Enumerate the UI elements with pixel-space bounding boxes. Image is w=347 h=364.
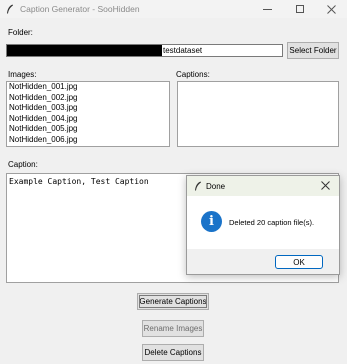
- folder-label: Folder:: [8, 28, 33, 37]
- close-window-button[interactable]: [315, 2, 347, 16]
- maximize-icon: [296, 5, 304, 13]
- list-item[interactable]: NotHidden_005.jpg: [7, 124, 169, 135]
- images-label: Images:: [8, 70, 37, 79]
- captions-listbox[interactable]: [177, 81, 339, 147]
- folder-path-field[interactable]: testdataset: [6, 44, 283, 57]
- close-icon[interactable]: [321, 181, 330, 190]
- feather-icon: [7, 4, 13, 14]
- list-item[interactable]: NotHidden_004.jpg: [7, 114, 169, 125]
- dialog-title-bar[interactable]: Done: [187, 176, 339, 196]
- minimize-icon: [262, 8, 272, 10]
- feather-icon: [195, 181, 201, 191]
- caption-label: Caption:: [8, 160, 38, 169]
- list-item[interactable]: NotHidden_001.jpg: [7, 82, 169, 93]
- rename-images-button[interactable]: Rename Images: [142, 320, 204, 337]
- list-item[interactable]: NotHidden_006.jpg: [7, 135, 169, 146]
- close-icon: [326, 4, 336, 14]
- maximize-button[interactable]: [284, 2, 316, 16]
- minimize-button[interactable]: [251, 2, 283, 16]
- images-listbox[interactable]: NotHidden_001.jpg NotHidden_002.jpg NotH…: [6, 81, 170, 147]
- title-bar[interactable]: Caption Generator - SooHidden: [0, 0, 347, 18]
- caption-text: Example Caption, Test Caption: [9, 177, 149, 186]
- delete-captions-button[interactable]: Delete Captions: [142, 344, 204, 361]
- ok-button[interactable]: OK: [275, 255, 323, 269]
- dialog-message: Deleted 20 caption file(s).: [229, 218, 315, 227]
- dialog-title: Done: [206, 182, 226, 191]
- generate-captions-button[interactable]: Generate Captions: [137, 293, 209, 310]
- done-dialog[interactable]: Done i Deleted 20 caption file(s). OK: [186, 175, 340, 275]
- window-title: Caption Generator - SooHidden: [20, 4, 140, 14]
- info-icon: i: [201, 211, 222, 232]
- select-folder-button[interactable]: Select Folder: [287, 42, 339, 59]
- redacted-path: [7, 45, 162, 56]
- folder-path-text: testdataset: [163, 46, 203, 55]
- list-item[interactable]: NotHidden_002.jpg: [7, 93, 169, 104]
- list-item[interactable]: NotHidden_003.jpg: [7, 103, 169, 114]
- captions-label: Captions:: [176, 70, 210, 79]
- dialog-footer: OK: [187, 249, 339, 274]
